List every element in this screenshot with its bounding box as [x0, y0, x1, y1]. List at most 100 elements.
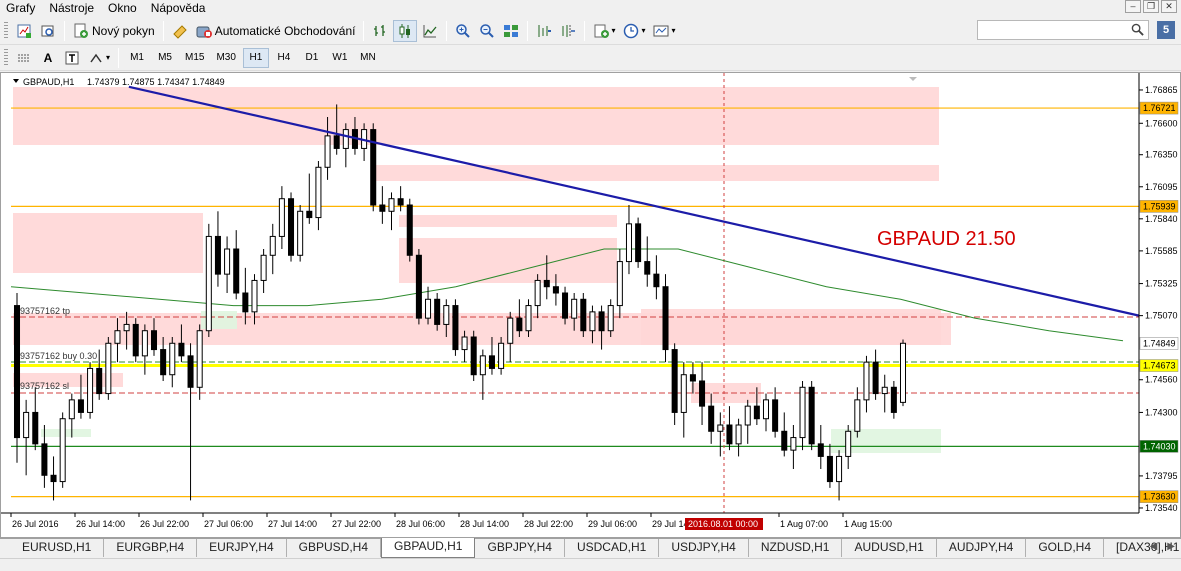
candle-body [671, 349, 678, 413]
timeframe-m5[interactable]: M5 [152, 48, 178, 68]
timeframe-w1[interactable]: W1 [327, 48, 353, 68]
candle-body [772, 399, 779, 432]
price-zone[interactable] [373, 165, 939, 181]
autotrading-button[interactable]: Automatické Obchodování [193, 20, 359, 42]
window-controls: – ❐ ✕ [1125, 0, 1177, 13]
candle-body [306, 210, 313, 219]
price-tick-label: 1.74560 [1145, 375, 1178, 385]
timeframe-h4[interactable]: H4 [271, 48, 297, 68]
timeframe-mn[interactable]: MN [355, 48, 381, 68]
price-zone[interactable] [13, 87, 939, 145]
tab-gbpjpy[interactable]: GBPJPY,H4 [475, 539, 565, 557]
menu-tools[interactable]: Nástroje [43, 1, 102, 15]
toolbar-grip[interactable] [4, 21, 8, 40]
timeframe-m1[interactable]: M1 [124, 48, 150, 68]
tab-eurusd[interactable]: EURUSD,H1 [10, 539, 105, 557]
chart-window[interactable]: #93757162 tp #93757162 buy 0.30 #9375716… [0, 72, 1181, 538]
timeframe-h1[interactable]: H1 [242, 47, 269, 68]
candle-body [114, 330, 121, 344]
candle-body [342, 129, 349, 149]
text-label-button[interactable] [61, 47, 83, 69]
scroll-left-icon[interactable]: ◀ [1150, 541, 1158, 552]
price-chart[interactable]: #93757162 tp #93757162 buy 0.30 #9375716… [1, 73, 1180, 537]
candle-body [625, 223, 632, 263]
auto-scroll-button[interactable] [533, 20, 555, 42]
close-button[interactable]: ✕ [1161, 0, 1177, 13]
community-button[interactable]: 5 [1157, 21, 1175, 39]
bar-chart-button[interactable] [369, 20, 391, 42]
candle [845, 425, 852, 469]
metaeditor-button[interactable] [169, 20, 191, 42]
candle-body [598, 311, 605, 332]
chart-shift-marker-icon[interactable] [909, 77, 917, 81]
candle-body [653, 273, 660, 288]
price-tag-label: 1.75939 [1143, 201, 1176, 211]
time-tick-label: 26 Jul 14:00 [76, 519, 125, 529]
price-zone[interactable] [13, 213, 203, 273]
toolbar-separator [446, 20, 448, 41]
tab-eurjpy[interactable]: EURJPY,H4 [197, 539, 287, 557]
autotrading-label: Automatické Obchodování [214, 23, 356, 38]
candle-body [863, 361, 870, 401]
tile-windows-icon [504, 24, 519, 37]
candle [397, 186, 404, 212]
standard-toolbar: Nový pokyn Automatické Obchodování ▾ ▾ ▾… [0, 17, 1181, 45]
tab-audusd[interactable]: AUDUSD,H1 [842, 539, 937, 557]
candle-body [662, 286, 669, 351]
price-zone[interactable] [41, 429, 91, 437]
menu-window[interactable]: Okno [102, 1, 145, 15]
search-input[interactable] [978, 21, 1128, 39]
tab-usdjpy[interactable]: USDJPY,H4 [659, 539, 749, 557]
candle-body [488, 355, 495, 369]
menu-charts[interactable]: Grafy [0, 1, 43, 15]
candle [507, 311, 514, 363]
timeframe-m30[interactable]: M30 [211, 48, 240, 68]
time-tick-label: 28 Jul 06:00 [396, 519, 445, 529]
candle [881, 374, 888, 413]
candle-body [160, 349, 167, 376]
scroll-right-icon[interactable]: ▶ [1167, 541, 1175, 552]
search-icon[interactable] [1131, 23, 1144, 36]
price-zone[interactable] [399, 215, 617, 227]
arrows-button[interactable]: ▾ [85, 47, 113, 69]
line-chart-button[interactable] [419, 20, 441, 42]
candle-body [552, 286, 559, 294]
periods-button[interactable]: ▾ [620, 20, 648, 42]
profiles-button[interactable] [37, 20, 59, 42]
candle [808, 381, 815, 451]
price-tick-label: 1.75325 [1145, 279, 1178, 289]
candlestick-button[interactable] [393, 19, 418, 42]
price-zone[interactable] [399, 238, 617, 283]
candle-body [187, 355, 194, 388]
zoom-in-button[interactable] [452, 20, 474, 42]
timeframe-m15[interactable]: M15 [180, 48, 209, 68]
menu-help[interactable]: Nápověda [145, 1, 214, 15]
indicators-button[interactable]: ▾ [590, 20, 618, 42]
tab-usdcad[interactable]: USDCAD,H1 [565, 539, 660, 557]
chart-shift-button[interactable] [557, 20, 579, 42]
text-icon: A [43, 50, 53, 65]
templates-button[interactable]: ▾ [650, 20, 678, 42]
tab-gold[interactable]: GOLD,H4 [1026, 539, 1105, 557]
tab-audjpy[interactable]: AUDJPY,H4 [937, 539, 1027, 557]
tab-gbpusd[interactable]: GBPUSD,H4 [287, 539, 382, 557]
zoom-out-button[interactable] [476, 20, 498, 42]
restore-button[interactable]: ❐ [1143, 0, 1159, 13]
tab-eurgbp[interactable]: EURGBP,H4 [104, 539, 198, 557]
time-tick-label: 27 Jul 14:00 [268, 519, 317, 529]
candle [233, 230, 240, 300]
new-chart-button[interactable] [13, 20, 35, 42]
toolbar-grip[interactable] [4, 48, 8, 67]
candle [306, 173, 313, 224]
timeframe-d1[interactable]: D1 [299, 48, 325, 68]
new-order-button[interactable]: Nový pokyn [70, 20, 158, 42]
price-zone[interactable] [641, 309, 941, 345]
candle-body [543, 279, 550, 288]
tile-windows-button[interactable] [500, 20, 522, 42]
tab-gbpaud[interactable]: GBPAUD,H1 [381, 538, 476, 558]
horizontal-line-button[interactable] [13, 47, 35, 69]
price-tag-label: 1.73630 [1143, 492, 1176, 502]
text-button[interactable]: A [37, 47, 59, 69]
minimize-button[interactable]: – [1125, 0, 1141, 13]
tab-nzdusd[interactable]: NZDUSD,H1 [749, 539, 843, 557]
